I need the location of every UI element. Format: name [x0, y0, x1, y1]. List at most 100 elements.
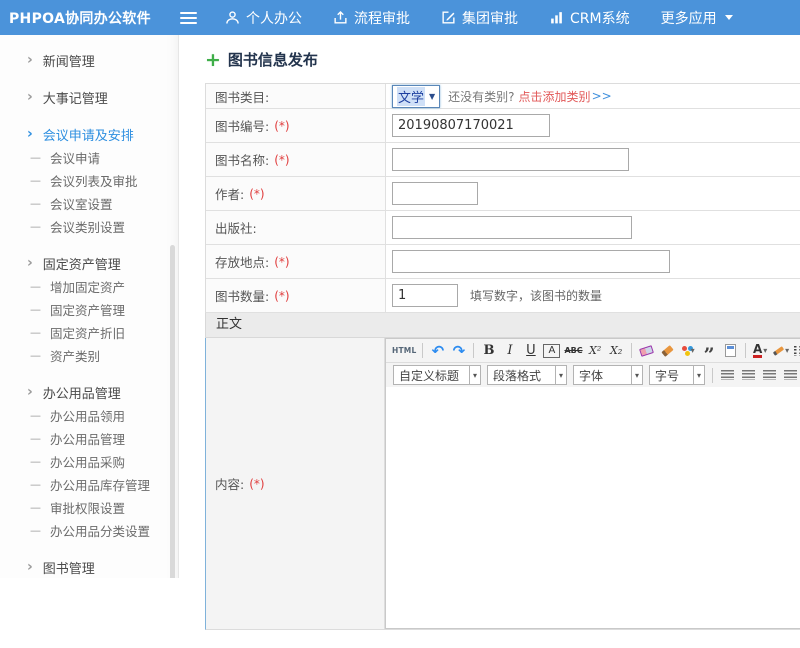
location-input[interactable]	[392, 250, 670, 273]
sidebar-item-supplies-purchase[interactable]: — 办公用品采购	[0, 450, 178, 473]
sidebar-group-fixed-assets[interactable]: › 固定资产管理	[0, 251, 178, 275]
sidebar-scrollbar[interactable]	[170, 245, 175, 578]
editor-toolbar: HTML ↶ ↷ B I U A ABC X² X₂ ▾ ”	[385, 338, 800, 387]
italic-button[interactable]: I	[501, 342, 518, 360]
align-justify-button[interactable]	[782, 366, 799, 384]
field-label-text: 图书类目:	[215, 87, 269, 106]
align-right-button[interactable]	[761, 366, 778, 384]
field-value	[386, 250, 800, 273]
highlight-pen-icon	[773, 346, 784, 356]
sidebar-item-asset-add[interactable]: — 增加固定资产	[0, 275, 178, 298]
format-painter-button[interactable]: ▾	[680, 342, 697, 360]
strikethrough-button[interactable]: ABC	[564, 342, 582, 360]
select-selected-option: 文学	[397, 87, 425, 106]
sidebar-item-asset-manage[interactable]: — 固定资产管理	[0, 298, 178, 321]
caret-down-icon: ▾	[691, 346, 695, 355]
html-source-button[interactable]: HTML	[392, 342, 416, 360]
sidebar-item-label: 固定资产管理	[50, 300, 125, 319]
sidebar-item-asset-depreciation[interactable]: — 固定资产折旧	[0, 321, 178, 344]
sidebar-group-label: 会议申请及安排	[43, 125, 134, 144]
body-content-row: 内容: (*) HTML ↶ ↷ B I U A ABC X² X₂	[205, 338, 800, 630]
sidebar-item-label: 增加固定资产	[50, 277, 125, 296]
caret-down-icon: ▾	[631, 366, 642, 384]
hamburger-menu-icon[interactable]	[180, 12, 197, 24]
field-label: 图书名称: (*)	[206, 143, 386, 176]
sidebar-item-supplies-inventory[interactable]: — 办公用品库存管理	[0, 473, 178, 496]
superscript-button[interactable]: X²	[587, 342, 604, 360]
editor-content-area[interactable]	[385, 387, 800, 629]
highlight-color-button[interactable]: ▾	[773, 342, 790, 360]
page-title: + 图书信息发布	[205, 49, 800, 70]
underline-button[interactable]: U	[522, 342, 539, 360]
form-row-publisher: 出版社:	[206, 211, 800, 245]
sidebar-group-memorabilia[interactable]: › 大事记管理	[0, 85, 178, 109]
select-caret-icon: ▼	[429, 92, 435, 101]
topbar-item-label: 集团审批	[462, 8, 518, 28]
field-label: 作者: (*)	[206, 177, 386, 210]
sidebar-item-supplies-category[interactable]: — 办公用品分类设置	[0, 519, 178, 542]
plus-icon: +	[205, 53, 221, 67]
sidebar-item-meeting-apply[interactable]: — 会议申请	[0, 146, 178, 169]
sidebar-item-meeting-category-setting[interactable]: — 会议类别设置	[0, 215, 178, 238]
sidebar-item-supplies-manage[interactable]: — 办公用品管理	[0, 427, 178, 450]
topbar-item-crm-system[interactable]: CRM系统	[549, 8, 630, 28]
topbar-item-group-approval[interactable]: 集团审批	[441, 8, 518, 28]
topbar-item-more-apps[interactable]: 更多应用	[661, 8, 733, 28]
quantity-input[interactable]	[392, 284, 458, 307]
field-value	[386, 216, 800, 239]
book-number-input[interactable]	[392, 114, 550, 137]
sidebar-item-meeting-list-approval[interactable]: — 会议列表及审批	[0, 169, 178, 192]
caret-down-icon: ▾	[785, 346, 789, 355]
dash-icon: —	[30, 524, 41, 537]
bold-button[interactable]: B	[480, 342, 497, 360]
font-family-select[interactable]: 字体 ▾	[573, 365, 643, 385]
topbar-item-label: CRM系统	[570, 8, 630, 28]
sidebar-item-meeting-room-setting[interactable]: — 会议室设置	[0, 192, 178, 215]
add-category-link[interactable]: 点击添加类别	[519, 88, 591, 105]
upload-box-icon	[333, 10, 348, 25]
heading-select[interactable]: 自定义标题 ▾	[393, 365, 481, 385]
field-value	[386, 114, 800, 137]
blockquote-button[interactable]: ”	[701, 342, 718, 360]
sidebar-item-label: 会议列表及审批	[50, 171, 138, 190]
undo-button[interactable]: ↶	[429, 342, 446, 360]
sidebar-group-books[interactable]: › 图书管理	[0, 555, 178, 578]
toolbar-row-2: 自定义标题 ▾ 段落格式 ▾ 字体 ▾ 字号 ▾	[386, 363, 800, 387]
book-category-select[interactable]: 文学 ▼	[392, 85, 440, 108]
heading-select-label: 自定义标题	[394, 366, 469, 384]
subscript-button[interactable]: X₂	[608, 342, 625, 360]
dash-icon: —	[30, 478, 41, 491]
required-mark: (*)	[249, 187, 264, 201]
redo-button[interactable]: ↷	[450, 342, 467, 360]
topbar-item-workflow-approval[interactable]: 流程审批	[333, 8, 410, 28]
paste-button[interactable]	[722, 342, 739, 360]
sidebar-item-asset-category[interactable]: — 资产类别	[0, 344, 178, 367]
topbar-item-label: 流程审批	[354, 8, 410, 28]
book-name-input[interactable]	[392, 148, 629, 171]
add-category-arrows[interactable]: >>	[592, 89, 612, 103]
sidebar-item-supplies-claim[interactable]: — 办公用品领用	[0, 404, 178, 427]
author-input[interactable]	[392, 182, 478, 205]
align-center-button[interactable]	[740, 366, 757, 384]
dash-icon: —	[30, 174, 41, 187]
sidebar-group-news[interactable]: › 新闻管理	[0, 48, 178, 72]
field-label: 出版社:	[206, 211, 386, 244]
clean-format-button[interactable]	[659, 342, 676, 360]
sidebar-group-office-supplies[interactable]: › 办公用品管理	[0, 380, 178, 404]
eraser-button[interactable]	[638, 342, 655, 360]
caret-down-icon: ▾	[763, 346, 767, 355]
sidebar-item-approval-permission[interactable]: — 审批权限设置	[0, 496, 178, 519]
font-style-box-button[interactable]: A	[543, 344, 560, 358]
caret-down-icon: ▾	[469, 366, 480, 384]
paragraph-format-select[interactable]: 段落格式 ▾	[487, 365, 567, 385]
chevron-right-icon: ›	[27, 53, 33, 67]
sidebar-group-meeting[interactable]: › 会议申请及安排	[0, 122, 178, 146]
topbar-item-personal-office[interactable]: 个人办公	[225, 8, 302, 28]
topbar-nav: 个人办公 流程审批 集团审批 CRM系统 更多应用	[225, 8, 764, 28]
align-left-button[interactable]	[719, 366, 736, 384]
font-size-select[interactable]: 字号 ▾	[649, 365, 705, 385]
caret-down-icon: ▾	[555, 366, 566, 384]
publisher-input[interactable]	[392, 216, 632, 239]
ordered-list-button[interactable]: ▾	[794, 342, 800, 360]
font-color-button[interactable]: A▾	[752, 342, 769, 360]
